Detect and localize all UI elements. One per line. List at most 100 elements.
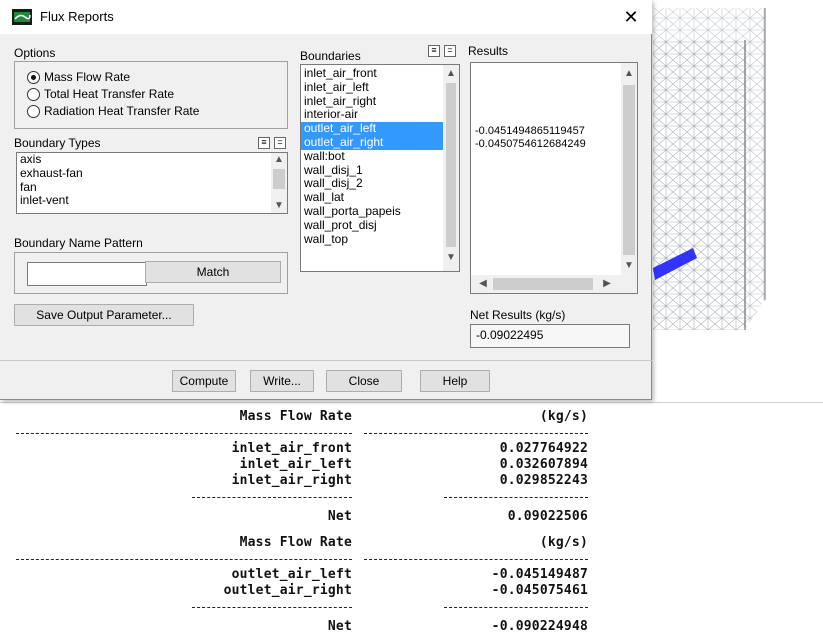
radio-label: Mass Flow Rate <box>44 70 131 84</box>
fluent-app-icon <box>12 9 32 25</box>
radio-mass-flow-rate[interactable]: Mass Flow Rate <box>27 69 130 85</box>
console-row-name: inlet_air_right <box>231 473 352 488</box>
boundary-type-item[interactable]: axis <box>17 153 287 167</box>
console-row-value: -0.045075461 <box>491 583 588 598</box>
boundary-item[interactable]: wall_disj_1 <box>301 163 459 178</box>
console-row-name: inlet_air_left <box>239 457 352 472</box>
boundaries-list[interactable]: inlet_air_front inlet_air_left inlet_air_r… <box>300 64 460 272</box>
net-results-label: Net Results (kg/s) <box>470 308 566 322</box>
console-separator <box>16 433 352 434</box>
radio-label: Total Heat Transfer Rate <box>44 87 175 101</box>
write-button[interactable]: Write... <box>250 370 314 392</box>
scroll-up-icon[interactable]: ▲ <box>443 67 459 81</box>
select-all-icon[interactable]: ≡ <box>258 137 270 149</box>
console-separator <box>192 607 352 608</box>
console-header-name: Mass Flow Rate <box>239 535 352 550</box>
select-all-icon[interactable]: ≡ <box>428 45 440 57</box>
deselect-all-icon[interactable]: = <box>444 45 456 57</box>
radio-button[interactable] <box>27 87 40 101</box>
scroll-down-icon[interactable]: ▼ <box>443 251 459 265</box>
boundary-type-item[interactable]: inlet-vent <box>17 194 287 208</box>
console-separator <box>364 559 588 560</box>
results-box[interactable]: -0.0451494865119457 -0.0450754612684249 … <box>470 62 638 294</box>
mesh-graphic <box>645 0 823 400</box>
help-button[interactable]: Help <box>420 370 490 392</box>
pattern-input[interactable] <box>27 262 147 286</box>
boundary-item[interactable]: wall:bot <box>301 149 459 164</box>
compute-button[interactable]: Compute <box>172 370 236 392</box>
scroll-down-icon[interactable]: ▼ <box>621 259 637 273</box>
boundary-item[interactable]: inlet_air_left <box>301 80 459 95</box>
scroll-thumb[interactable] <box>623 85 635 255</box>
options-group: Mass Flow Rate Total Heat Transfer Rate … <box>14 61 288 129</box>
console-row-value: 0.029852243 <box>499 473 588 488</box>
boundary-item[interactable]: inlet_air_right <box>301 94 459 109</box>
console-separator <box>192 497 352 498</box>
console-separator <box>444 607 588 608</box>
console-row-name: inlet_air_front <box>231 441 352 456</box>
console-header-unit: (kg/s) <box>539 409 588 424</box>
scroll-left-icon[interactable]: ◀ <box>475 277 491 291</box>
boundary-item[interactable]: wall_top <box>301 232 459 247</box>
save-output-parameter-button[interactable]: Save Output Parameter... <box>14 304 194 326</box>
boundary-item[interactable]: wall_disj_2 <box>301 177 459 191</box>
options-label: Options <box>14 46 56 60</box>
radio-label: Radiation Heat Transfer Rate <box>44 104 200 118</box>
boundary-types-list[interactable]: axis exhaust-fan fan inlet-vent ▲ ▼ <box>16 152 288 214</box>
results-hscrollbar[interactable]: ◀ ▶ <box>471 275 637 293</box>
scroll-thumb[interactable] <box>493 278 593 290</box>
boundary-types-scrollbar[interactable]: ▲ ▼ <box>271 153 287 213</box>
console-separator <box>444 497 588 498</box>
console-header-name: Mass Flow Rate <box>239 409 352 424</box>
scroll-thumb[interactable] <box>273 169 285 189</box>
boundaries-scrollbar[interactable]: ▲ ▼ <box>443 65 459 271</box>
match-button[interactable]: Match <box>145 261 281 283</box>
console-net-value: 0.09022506 <box>507 509 588 524</box>
radio-button[interactable] <box>27 70 40 84</box>
close-icon[interactable]: ✕ <box>620 6 642 28</box>
console-output: Mass Flow Rate (kg/s) inlet_air_front 0.027… <box>0 402 823 640</box>
boundary-item[interactable]: interior-air <box>301 108 459 122</box>
radio-button[interactable] <box>27 104 40 118</box>
title-bar[interactable]: Flux Reports ✕ <box>0 0 652 34</box>
dialog-title: Flux Reports <box>40 9 114 24</box>
console-row-value: 0.027764922 <box>499 441 588 456</box>
console-header-unit: (kg/s) <box>539 535 588 550</box>
button-separator <box>0 360 652 361</box>
radio-radiation-heat-transfer-rate[interactable]: Radiation Heat Transfer Rate <box>27 103 199 119</box>
boundary-item[interactable]: inlet_air_front <box>301 66 459 81</box>
scroll-up-icon[interactable]: ▲ <box>271 153 287 167</box>
results-label: Results <box>468 44 509 58</box>
boundary-type-item[interactable]: exhaust-fan <box>17 166 287 181</box>
scroll-up-icon[interactable]: ▲ <box>621 67 637 81</box>
console-row-value: -0.045149487 <box>491 567 588 582</box>
close-button[interactable]: Close <box>326 370 402 392</box>
scroll-thumb[interactable] <box>446 83 456 247</box>
boundary-type-item[interactable]: fan <box>17 180 287 195</box>
console-row-value: 0.032607894 <box>499 457 588 472</box>
boundary-types-label: Boundary Types <box>14 136 101 150</box>
deselect-all-icon[interactable]: = <box>274 137 286 149</box>
boundary-item[interactable]: wall_prot_disj <box>301 218 459 233</box>
console-separator <box>364 433 588 434</box>
boundary-item[interactable]: outlet_air_right <box>301 135 459 150</box>
boundary-item[interactable]: wall_porta_papeis <box>301 204 459 219</box>
scroll-right-icon[interactable]: ▶ <box>599 277 615 291</box>
boundary-item[interactable]: outlet_air_left <box>301 121 459 136</box>
boundaries-label: Boundaries <box>300 49 361 63</box>
graphics-viewport[interactable] <box>645 0 823 400</box>
console-row-name: outlet_air_right <box>223 583 352 598</box>
boundary-item[interactable]: wall_lat <box>301 190 459 205</box>
console-net-label: Net <box>327 619 352 634</box>
console-net-value: -0.090224948 <box>491 619 588 634</box>
boundary-name-pattern-label: Boundary Name Pattern <box>14 236 143 250</box>
console-net-label: Net <box>327 509 352 524</box>
scroll-down-icon[interactable]: ▼ <box>271 199 287 213</box>
results-vscrollbar[interactable]: ▲ ▼ <box>621 63 637 275</box>
radio-total-heat-transfer-rate[interactable]: Total Heat Transfer Rate <box>27 86 174 102</box>
console-separator <box>16 559 352 560</box>
net-results-value: -0.09022495 <box>470 324 630 348</box>
console-row-name: outlet_air_left <box>231 567 352 582</box>
flux-reports-dialog: Flux Reports ✕ Options Mass Flow Rate To… <box>0 0 652 400</box>
result-line: -0.0450754612684249 <box>475 138 586 150</box>
